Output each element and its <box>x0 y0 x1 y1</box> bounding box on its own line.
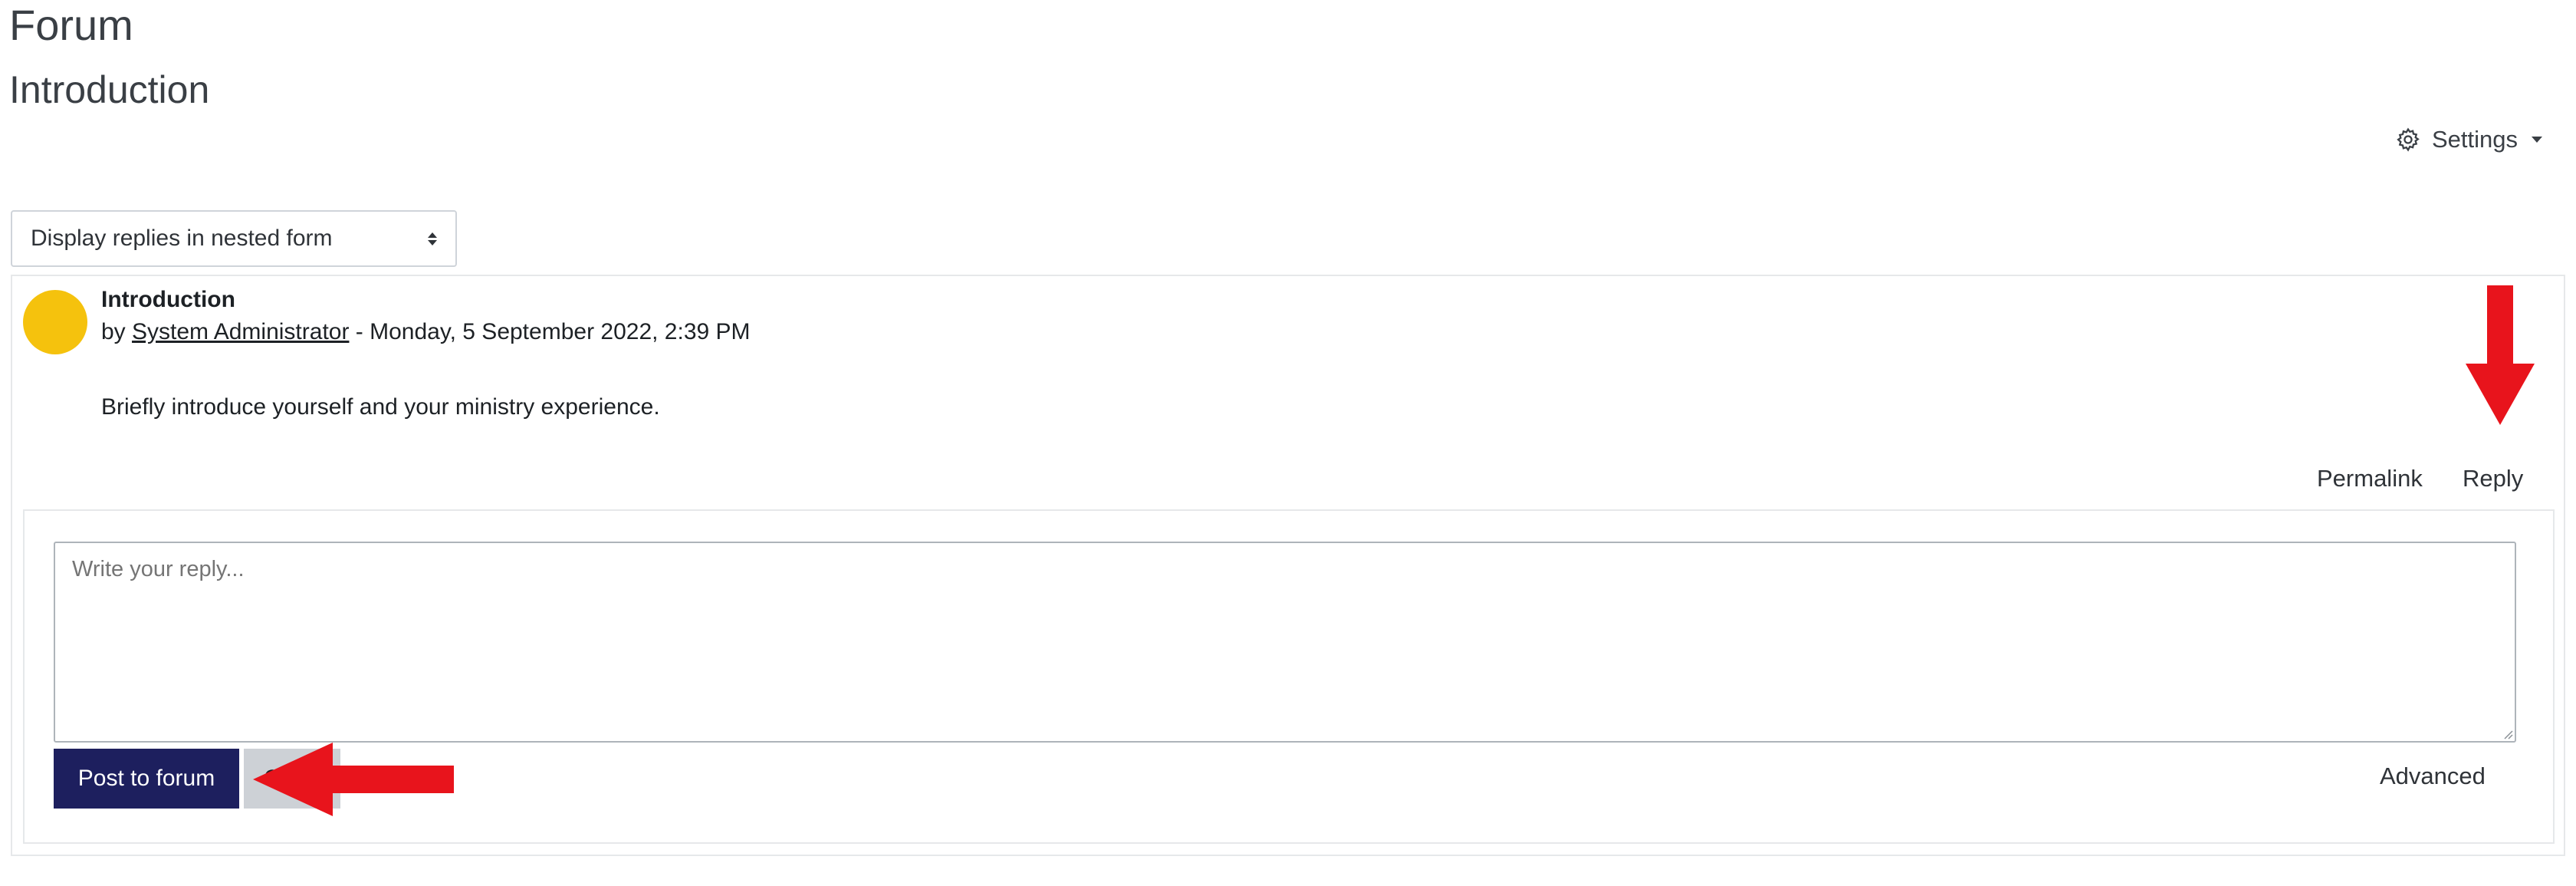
select-arrows-icon <box>428 232 437 245</box>
avatar[interactable] <box>23 290 87 354</box>
discussion-title: Introduction <box>9 68 210 111</box>
permalink-link[interactable]: Permalink <box>2317 465 2423 492</box>
display-mode-select[interactable]: Display replies in nested form <box>11 210 457 267</box>
settings-label: Settings <box>2431 126 2518 153</box>
display-mode-value: Display replies in nested form <box>31 226 333 251</box>
post-content: Briefly introduce yourself and your mini… <box>101 394 660 420</box>
page-title: Forum <box>9 1 133 49</box>
reply-link[interactable]: Reply <box>2463 465 2523 492</box>
post-byline: by System Administrator - Monday, 5 Sept… <box>101 319 751 345</box>
post-to-forum-button[interactable]: Post to forum <box>54 749 239 809</box>
post-date: - Monday, 5 September 2022, 2:39 PM <box>349 319 751 344</box>
annotation-arrow-down-icon <box>2466 285 2535 425</box>
gear-icon <box>2397 127 2420 152</box>
settings-menu-button[interactable]: Settings <box>2395 123 2542 156</box>
resize-handle-icon[interactable] <box>2501 727 2513 739</box>
caret-down-icon <box>2532 137 2542 143</box>
annotation-arrow-left-icon <box>253 743 454 816</box>
advanced-link[interactable]: Advanced <box>2380 762 2486 790</box>
author-link[interactable]: System Administrator <box>132 319 349 344</box>
reply-textarea[interactable] <box>54 542 2516 743</box>
byline-prefix: by <box>101 319 126 344</box>
post-subject: Introduction <box>101 287 235 312</box>
